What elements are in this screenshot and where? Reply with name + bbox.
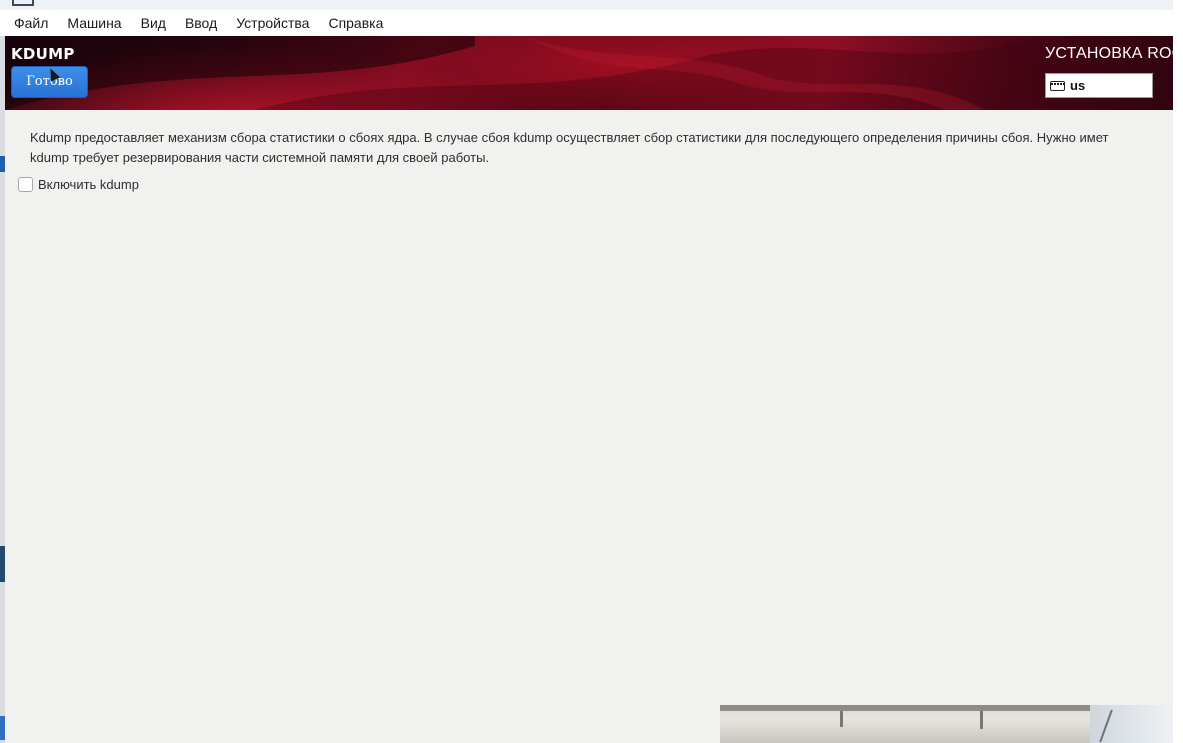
menu-help[interactable]: Справка [319,11,393,35]
keyboard-layout-label: us [1070,78,1086,93]
menu-devices[interactable]: Устройства [227,11,319,35]
spoke-title: KDUMP [11,45,75,63]
menu-machine[interactable]: Машина [58,11,131,35]
webcam-overlay [720,705,1173,743]
menu-view[interactable]: Вид [131,11,175,35]
menu-bar: Файл Машина Вид Ввод Устройства Справка [0,10,1173,36]
kdump-description: Kdump предоставляет механизм сбора стати… [30,128,1173,168]
webcam-ceiling [980,711,983,729]
description-line: Kdump предоставляет механизм сбора стати… [30,130,1109,145]
enable-kdump-checkbox[interactable] [18,177,33,192]
product-title: УСТАНОВКА ROC [1045,45,1173,62]
app-window-icon [12,0,34,6]
enable-kdump-label: Включить kdump [38,177,139,192]
description-line: kdump требует резервирования части систе… [30,150,490,165]
keyboard-layout-indicator[interactable]: us [1045,73,1153,98]
keyboard-icon [1050,80,1065,91]
installer-window: KDUMP Готово УСТАНОВКА ROC us Kdump пред… [5,36,1173,743]
spoke-header: KDUMP Готово УСТАНОВКА ROC us [5,36,1173,110]
enable-kdump-row[interactable]: Включить kdump [18,177,139,192]
menu-file[interactable]: Файл [0,11,58,35]
header-background-art [5,36,1173,110]
menu-input[interactable]: Ввод [175,11,226,35]
screen-right-border [1173,0,1183,743]
webcam-ceiling [840,711,843,727]
